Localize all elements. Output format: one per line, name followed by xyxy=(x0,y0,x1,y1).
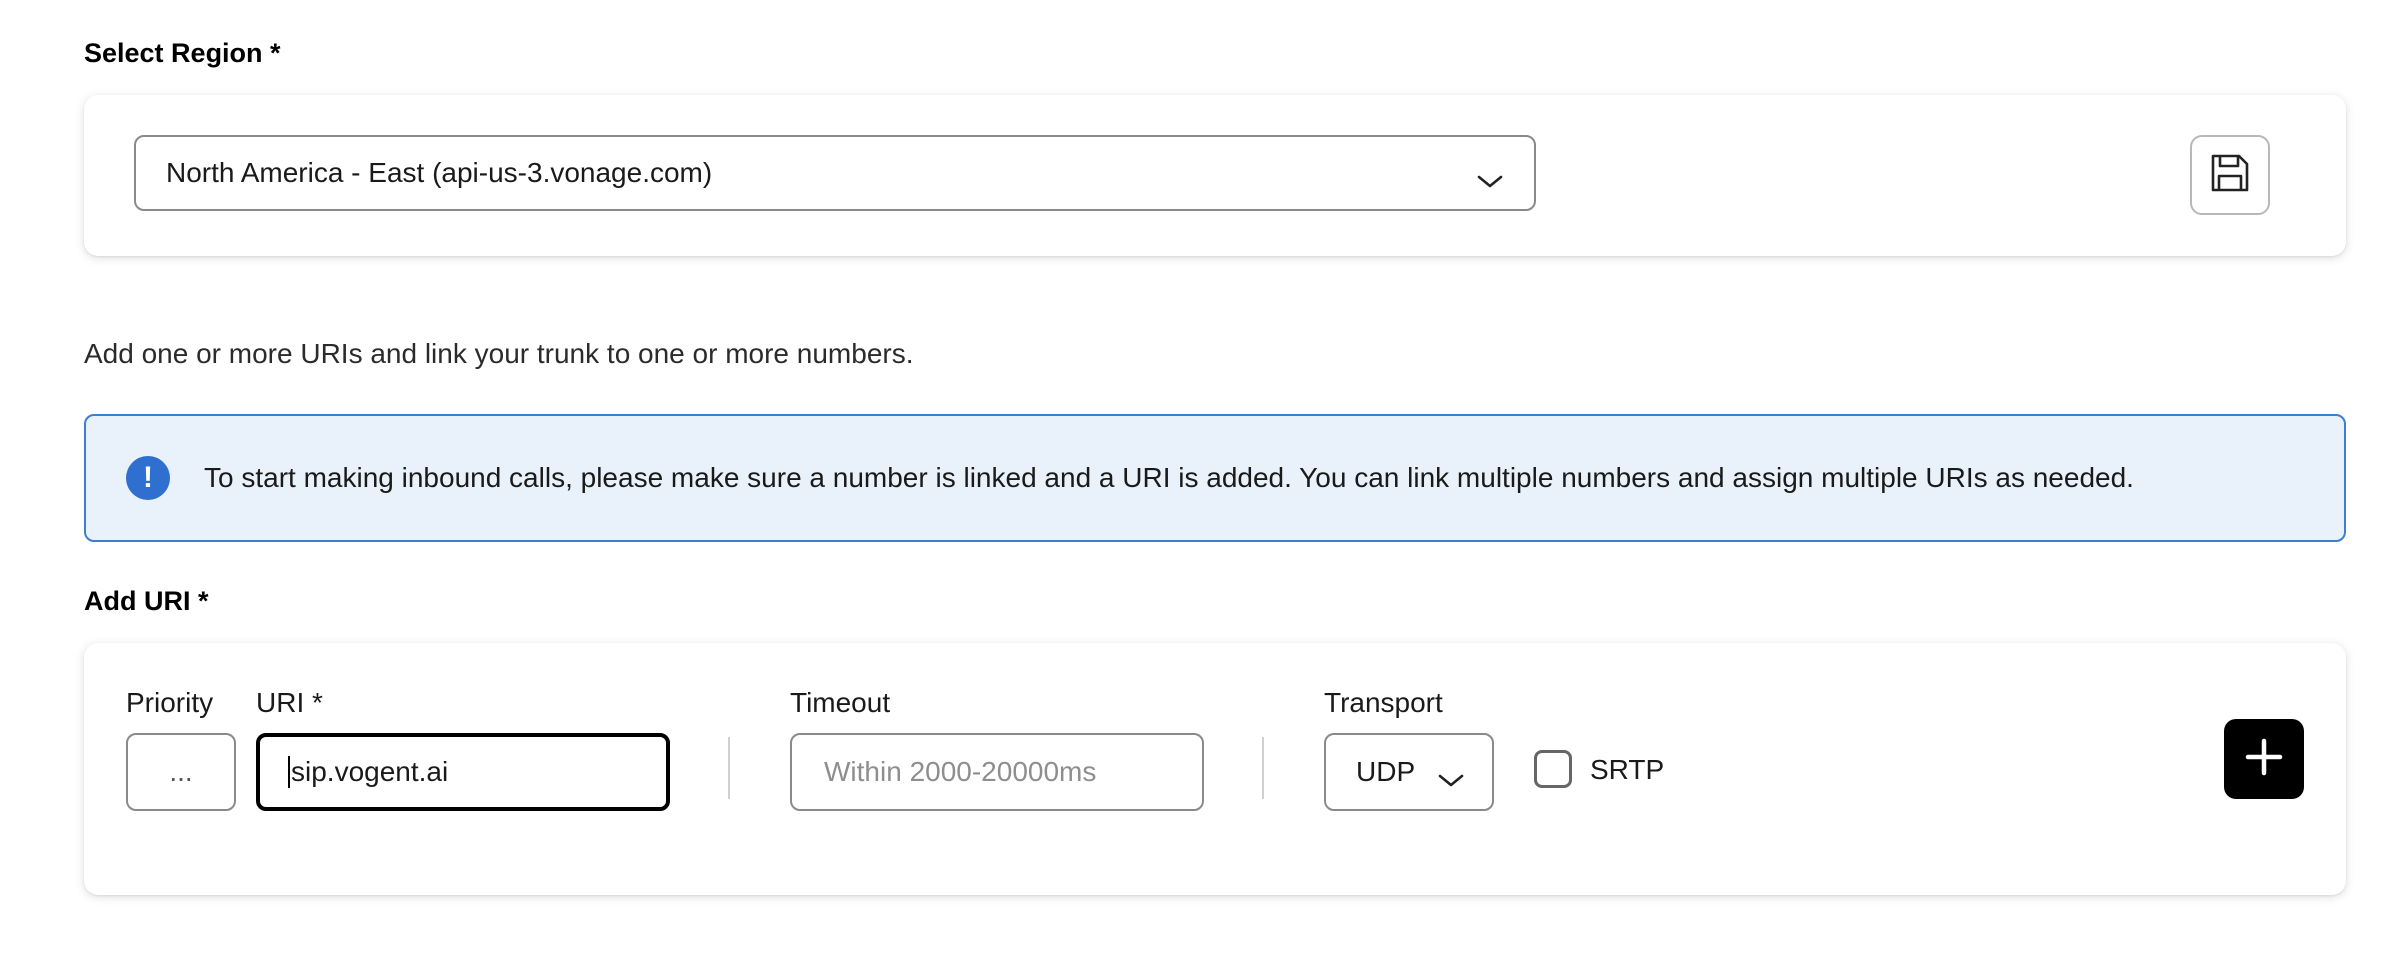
add-uri-button[interactable] xyxy=(2224,719,2304,799)
plus-icon xyxy=(2244,737,2284,782)
region-select[interactable]: North America - East (api-us-3.vonage.co… xyxy=(134,135,1536,211)
timeout-input[interactable]: Within 2000-20000ms xyxy=(790,733,1204,811)
divider xyxy=(728,737,730,799)
select-region-label: Select Region * xyxy=(84,38,281,68)
exclamation-icon: ! xyxy=(126,456,170,500)
transport-label: Transport xyxy=(1324,687,1443,718)
priority-value: ... xyxy=(169,756,193,787)
srtp-checkbox[interactable] xyxy=(1534,750,1572,788)
timeout-placeholder: Within 2000-20000ms xyxy=(824,756,1097,787)
priority-label: Priority xyxy=(126,687,214,718)
region-card: North America - East (api-us-3.vonage.co… xyxy=(84,95,2346,256)
divider xyxy=(1262,737,1264,799)
text-caret xyxy=(288,756,290,788)
priority-input[interactable]: ... xyxy=(126,733,236,811)
uri-label: URI * xyxy=(256,687,323,718)
uri-input[interactable]: sip.vogent.ai xyxy=(256,733,670,811)
region-select-value: North America - East (api-us-3.vonage.co… xyxy=(166,157,713,188)
add-uri-card: Priority ... URI * sip.vogent.ai Timeout… xyxy=(84,643,2346,895)
add-uri-label: Add URI * xyxy=(84,586,209,616)
transport-select[interactable]: UDP xyxy=(1324,733,1494,811)
transport-value: UDP xyxy=(1356,756,1416,787)
timeout-label: Timeout xyxy=(790,687,891,718)
uri-value: sip.vogent.ai xyxy=(291,756,449,787)
chevron-down-icon xyxy=(1476,165,1504,188)
srtp-label: SRTP xyxy=(1590,754,1665,785)
alert-text: To start making inbound calls, please ma… xyxy=(204,462,2134,493)
chevron-down-icon xyxy=(1437,764,1465,787)
save-region-button[interactable] xyxy=(2190,135,2270,215)
info-alert: ! To start making inbound calls, please … xyxy=(84,414,2346,542)
floppy-disk-icon xyxy=(2209,152,2251,199)
uri-description: Add one or more URIs and link your trunk… xyxy=(84,338,914,369)
